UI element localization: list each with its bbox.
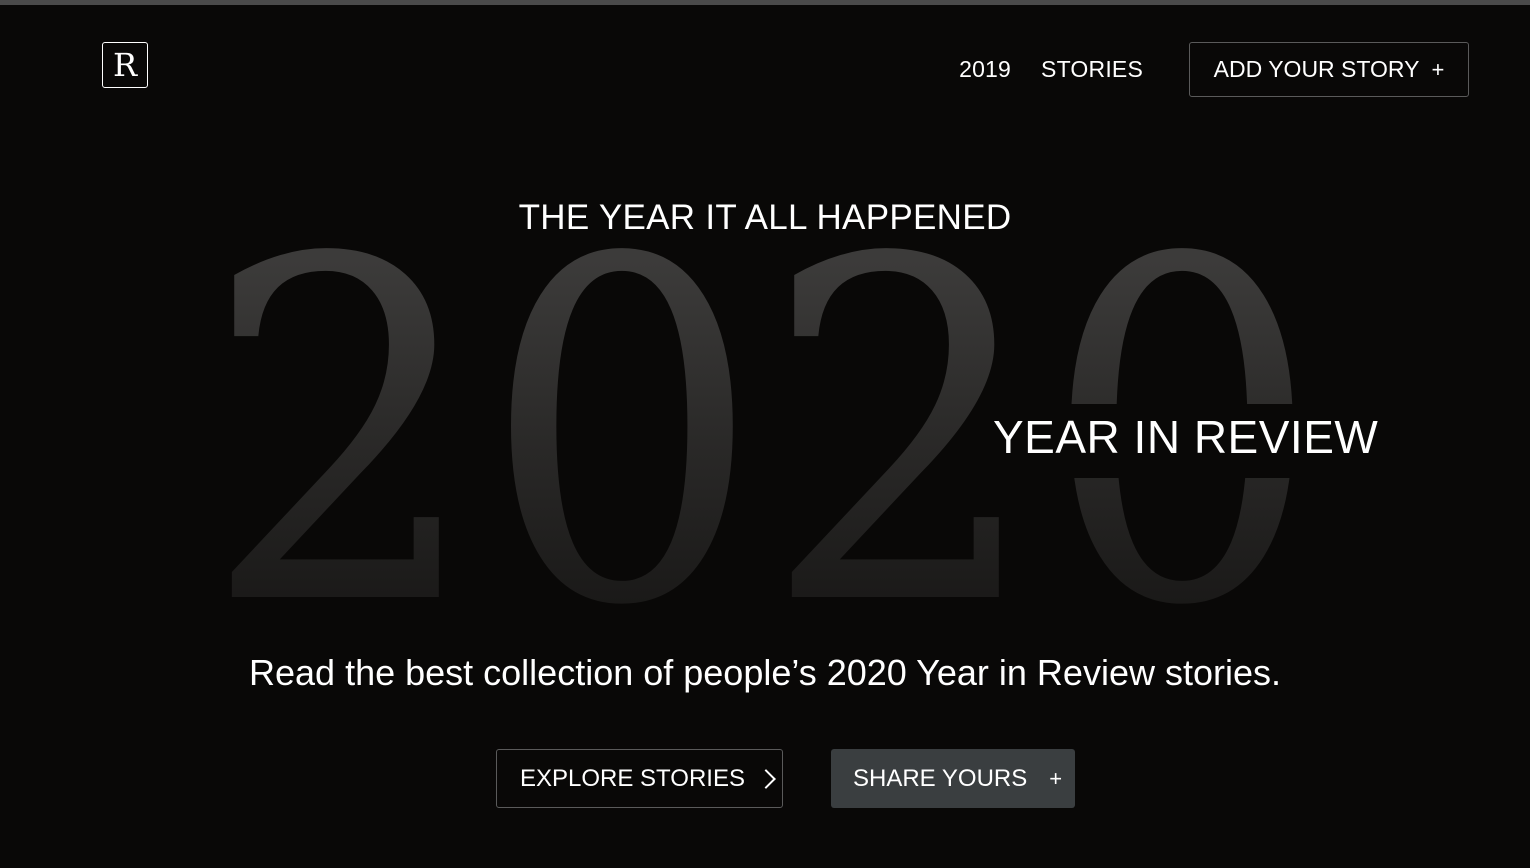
logo-letter: R bbox=[112, 46, 138, 84]
explore-stories-label: EXPLORE STORIES bbox=[520, 764, 745, 792]
add-your-story-label: ADD YOUR STORY bbox=[1213, 56, 1420, 82]
explore-stories-button[interactable]: EXPLORE STORIES bbox=[496, 749, 783, 808]
share-yours-label: SHARE YOURS bbox=[853, 764, 1028, 792]
top-nav: 2019 STORIES ADD YOUR STORY + bbox=[959, 42, 1469, 97]
chevron-right-icon bbox=[756, 769, 776, 789]
browser-top-border bbox=[0, 0, 1530, 5]
hero-description: Read the best collection of people’s 202… bbox=[249, 652, 1281, 693]
hero-subtitle: YEAR IN REVIEW bbox=[993, 411, 1379, 463]
plus-icon: + bbox=[1431, 56, 1445, 82]
hero-tagline: THE YEAR IT ALL HAPPENED bbox=[518, 198, 1012, 237]
share-yours-button[interactable]: SHARE YOURS + bbox=[831, 749, 1075, 808]
site-logo[interactable]: R bbox=[102, 42, 148, 88]
nav-link-2019[interactable]: 2019 bbox=[959, 56, 1011, 83]
plus-icon: + bbox=[1049, 765, 1063, 791]
add-your-story-button[interactable]: ADD YOUR STORY + bbox=[1189, 42, 1469, 97]
nav-link-stories[interactable]: STORIES bbox=[1041, 56, 1143, 83]
